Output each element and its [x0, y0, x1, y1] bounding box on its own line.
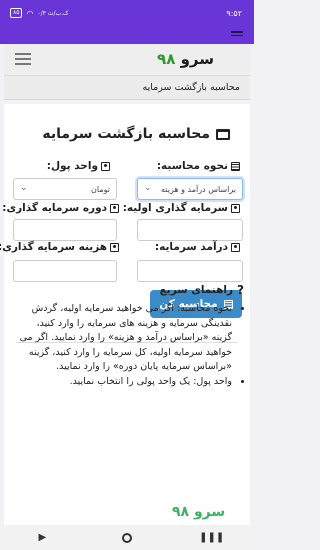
investment-period-label: دوره سرمایه گذاری:	[2, 202, 119, 214]
chevron-down-icon: ⌄	[20, 183, 28, 193]
money-icon	[101, 161, 110, 171]
wifi-icon: ◠	[26, 8, 34, 18]
currency-select[interactable]: تومان ⌄	[13, 178, 117, 200]
home-icon[interactable]	[121, 532, 133, 544]
currency-label: واحد پول:	[47, 160, 110, 172]
initial-investment-label: سرمایه گذاری اولیه:	[123, 202, 240, 214]
system-nav-bar: ▶ ❚❚❚	[0, 525, 254, 550]
initial-investment-input[interactable]	[137, 219, 243, 241]
brand-text: سرو	[180, 50, 214, 68]
cost-input[interactable]	[13, 260, 117, 282]
watermark: سرو ۹۸	[172, 504, 226, 520]
quick-guide-title: ? راهنمای سریع	[159, 283, 244, 297]
navbar-toggler-icon[interactable]	[15, 53, 31, 68]
site-navbar: سرو ۹۸	[4, 44, 250, 76]
window-icon	[216, 128, 230, 140]
brand-number: ۹۸	[157, 50, 176, 68]
calc-mode-select[interactable]: براساس درآمد و هزینه ⌄	[137, 178, 243, 200]
brand-logo[interactable]: سرو ۹۸	[157, 50, 214, 68]
network-speed: ۰/۳ ک.ب/ث	[37, 9, 69, 17]
recents-icon[interactable]: ❚❚❚	[199, 532, 224, 544]
quick-guide-list: نحوه محاسبه: اگر می خواهید سرمایه اولیه،…	[18, 302, 244, 389]
battery-icon: ۸۵	[10, 8, 23, 18]
money-icon	[231, 242, 240, 252]
calc-mode-label: نحوه محاسبه:	[157, 160, 240, 172]
cost-label: هزینه سرمایه گذاری:	[0, 241, 119, 253]
investment-period-input[interactable]	[13, 219, 117, 241]
menu-icon[interactable]	[231, 31, 243, 38]
income-label: درآمد سرمایه:	[155, 241, 240, 253]
question-icon: ?	[237, 283, 244, 297]
list-item: واحد پول: یک واحد پولی را انتخاب نمایید.	[18, 375, 232, 390]
top-app-bar	[0, 27, 254, 44]
status-bar: ۸۵ ◠ ۰/۳ ک.ب/ث ۹:۵۲	[0, 0, 254, 27]
breadcrumb: محاسبه بازگشت سرمایه	[4, 76, 250, 100]
status-left: ۸۵ ◠ ۰/۳ ک.ب/ث	[10, 8, 68, 18]
list-item: نحوه محاسبه: اگر می خواهید سرمایه اولیه،…	[18, 302, 232, 375]
income-input[interactable]	[137, 260, 243, 282]
chevron-down-icon: ⌄	[144, 183, 152, 193]
status-time: ۹:۵۲	[226, 9, 242, 18]
calculator-icon	[231, 161, 240, 171]
money-icon	[110, 242, 119, 252]
money-icon	[110, 203, 119, 213]
page-title: محاسبه بازگشت سرمایه	[42, 126, 230, 142]
breadcrumb-item: محاسبه بازگشت سرمایه	[142, 82, 240, 93]
money-icon	[231, 203, 240, 213]
back-icon[interactable]: ▶	[36, 532, 48, 544]
page-title-text: محاسبه بازگشت سرمایه	[42, 126, 210, 142]
